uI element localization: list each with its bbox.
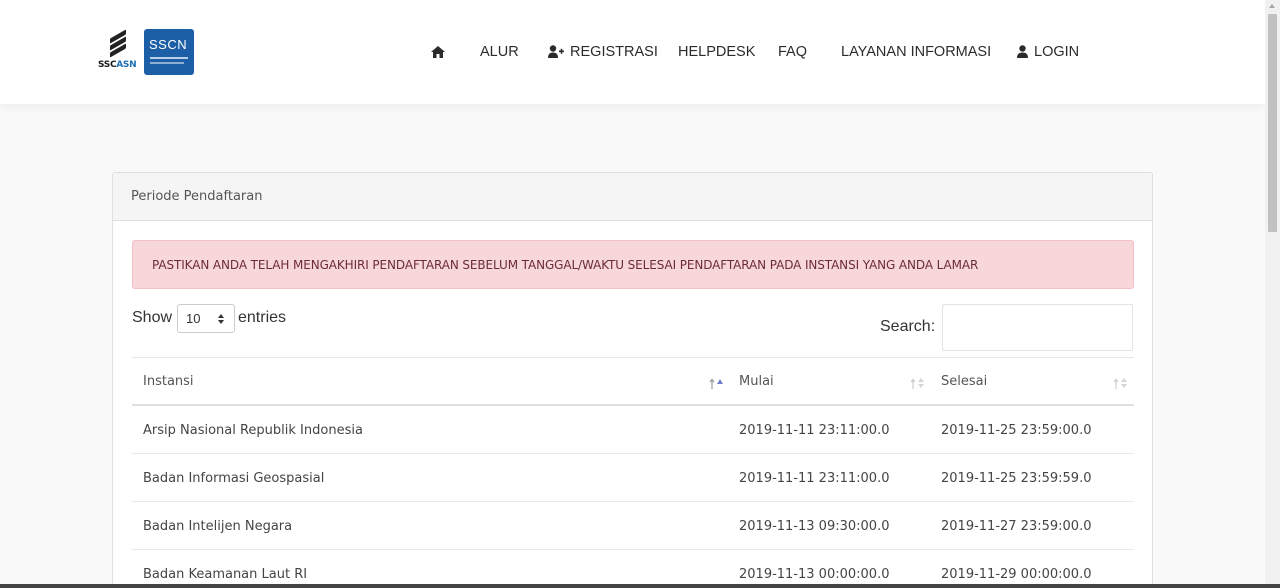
nav-home[interactable] — [431, 43, 449, 61]
cell-selesai: 2019-11-25 23:59:00.0 — [941, 423, 1092, 438]
cell-mulai: 2019-11-11 23:11:00.0 — [739, 423, 890, 438]
top-navbar: SSCASN SSCN ALUR REGISTRASI HELPDESK FAQ… — [0, 0, 1265, 104]
card-title: Periode Pendaftaran — [131, 189, 263, 204]
table-row[interactable]: Badan Keamanan Laut RI 2019-11-13 00:00:… — [132, 550, 1134, 588]
column-header-instansi[interactable]: Instansi — [143, 374, 194, 389]
registration-period-card: Periode Pendaftaran PASTIKAN ANDA TELAH … — [112, 172, 1153, 588]
nav-helpdesk[interactable]: HELPDESK — [678, 43, 755, 61]
scroll-thumb[interactable] — [1268, 14, 1277, 232]
logo-asn-text: ASN — [116, 60, 137, 70]
warning-alert: PASTIKAN ANDA TELAH MENGAKHIRI PENDAFTAR… — [132, 240, 1134, 289]
sort-both-icon[interactable] — [910, 375, 924, 389]
entries-select-value: 10 — [186, 311, 201, 326]
search-label: Search: — [880, 318, 936, 335]
caret-down-icon — [218, 320, 224, 324]
home-icon — [431, 46, 445, 58]
sscn-logo[interactable]: SSCN — [144, 29, 194, 75]
nav-layanan-informasi[interactable]: LAYANAN INFORMASI — [841, 43, 991, 61]
cell-instansi: Badan Informasi Geospasial — [143, 471, 325, 486]
sort-both-icon[interactable] — [1113, 375, 1127, 389]
cell-instansi: Badan Intelijen Negara — [143, 519, 293, 534]
nav-faq[interactable]: FAQ — [778, 43, 807, 61]
column-header-selesai[interactable]: Selesai — [941, 374, 987, 389]
alert-text: PASTIKAN ANDA TELAH MENGAKHIRI PENDAFTAR… — [152, 258, 979, 272]
cell-mulai: 2019-11-11 23:11:00.0 — [739, 471, 890, 486]
user-icon — [1017, 45, 1028, 58]
search-input[interactable] — [942, 304, 1133, 351]
sort-asc-active-icon[interactable] — [709, 375, 723, 389]
table-row[interactable]: Badan Intelijen Negara 2019-11-13 09:30:… — [132, 502, 1134, 550]
entries-select[interactable]: 10 — [177, 304, 235, 333]
cell-mulai: 2019-11-13 00:00:00.0 — [739, 567, 890, 582]
card-header: Periode Pendaftaran — [113, 173, 1152, 221]
nav-alur[interactable]: ALUR — [480, 43, 519, 61]
cell-selesai: 2019-11-29 00:00:00.0 — [941, 567, 1092, 582]
cell-selesai: 2019-11-25 23:59:59.0 — [941, 471, 1092, 486]
caret-up-icon — [218, 314, 224, 318]
table-row[interactable]: Badan Informasi Geospasial 2019-11-11 23… — [132, 454, 1134, 502]
cell-instansi: Badan Keamanan Laut RI — [143, 567, 308, 582]
show-label: Show — [132, 309, 173, 326]
table-row[interactable]: Arsip Nasional Republik Indonesia 2019-1… — [132, 406, 1134, 454]
nav-login[interactable]: LOGIN — [1017, 43, 1079, 61]
cell-instansi: Arsip Nasional Republik Indonesia — [143, 423, 363, 438]
taskbar-edge — [0, 584, 1280, 588]
sscn-logo-text: SSCN — [149, 37, 188, 52]
ssc-asn-logo[interactable]: SSCASN — [98, 29, 140, 72]
entries-label: entries — [238, 309, 287, 326]
scroll-up-arrow-icon[interactable] — [1269, 4, 1275, 8]
nav-registrasi[interactable]: REGISTRASI — [548, 43, 658, 61]
page-scrollbar[interactable] — [1265, 0, 1280, 588]
ssc-logo-mark-icon — [110, 29, 128, 60]
column-header-mulai[interactable]: Mulai — [739, 374, 774, 389]
page: SSCASN SSCN ALUR REGISTRASI HELPDESK FAQ… — [0, 0, 1280, 588]
cell-mulai: 2019-11-13 09:30:00.0 — [739, 519, 890, 534]
logo-ssc-text: SSC — [98, 60, 117, 70]
user-plus-icon — [548, 45, 564, 58]
table-header: Instansi Mulai Selesai — [132, 357, 1134, 406]
cell-selesai: 2019-11-27 23:59:00.0 — [941, 519, 1092, 534]
